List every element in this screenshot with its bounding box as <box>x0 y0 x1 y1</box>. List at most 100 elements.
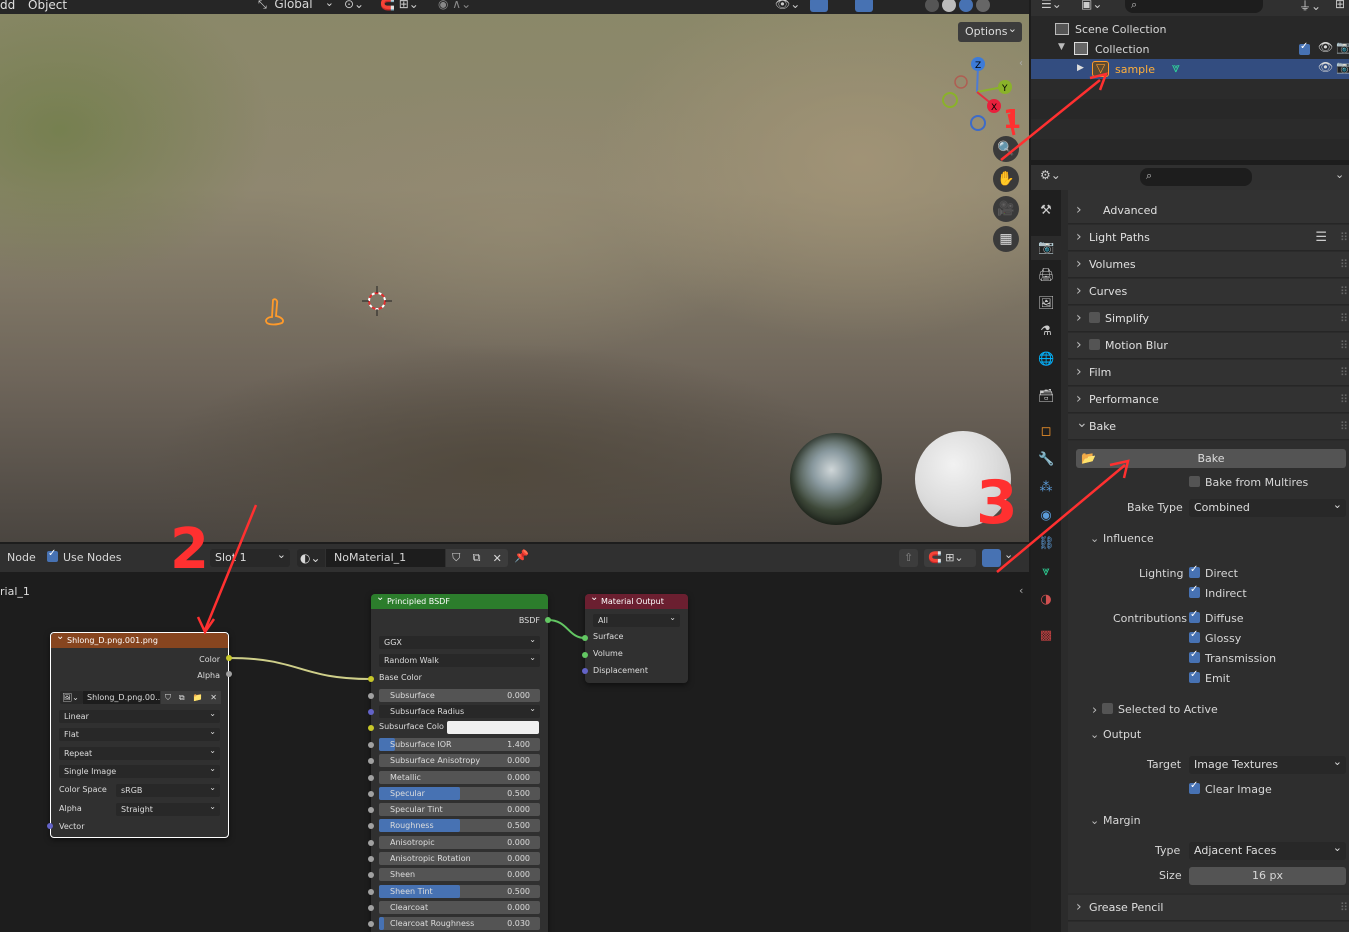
material-browse-icon[interactable]: ◐⌄ <box>297 549 325 567</box>
bsdf-input-socket[interactable] <box>368 742 374 748</box>
output-tab-icon[interactable]: 🖨 <box>1038 268 1055 284</box>
principled-bsdf-node-header[interactable]: Principled BSDF <box>371 590 548 609</box>
expand-object-icon[interactable]: ▶ <box>1077 63 1084 73</box>
pan-hand-icon[interactable]: ✋ <box>993 166 1019 192</box>
image-browse-icon[interactable]: 🖼⌄ <box>60 691 83 704</box>
bsdf-output-socket[interactable] <box>545 617 551 623</box>
simplify-checkbox[interactable] <box>1089 312 1100 323</box>
node-overlay-toggle-icon[interactable] <box>982 549 1001 567</box>
bsdf-input-socket[interactable] <box>368 693 374 699</box>
solid-shading-icon[interactable] <box>942 0 956 12</box>
modifiers-tab-icon[interactable]: 🔧 <box>1038 452 1054 468</box>
panel-grease-pencil[interactable]: Grease Pencil⠿ <box>1068 894 1349 921</box>
bsdf-field-anisotropic[interactable]: Anisotropic 0.000 <box>379 836 540 849</box>
emit-checkbox[interactable] <box>1189 669 1200 683</box>
color-space-dropdown[interactable]: sRGB <box>116 781 220 797</box>
collection-label[interactable]: Collection <box>1095 43 1149 56</box>
bsdf-input-socket[interactable] <box>368 872 374 878</box>
bsdf-field-specular-tint[interactable]: Specular Tint 0.000 <box>379 803 540 816</box>
distribution-dropdown[interactable]: GGX <box>379 633 540 649</box>
fake-user-shield-icon[interactable]: ⛉ <box>165 691 171 704</box>
shading-modes[interactable] <box>925 0 990 12</box>
transmission-checkbox[interactable] <box>1189 649 1200 663</box>
proportional-edit-icon[interactable]: ◉ ∧⌄ <box>438 0 471 11</box>
bsdf-input-socket[interactable] <box>368 775 374 781</box>
3d-viewport[interactable]: dd Object ⤡ Global ⌄ ⊙⌄ 🧲 ⊞⌄ ◉ ∧⌄ 👁⌄ Opt… <box>0 0 1029 542</box>
physics-tab-icon[interactable]: ◉ <box>1038 508 1054 524</box>
overlay-toggle-icon[interactable] <box>855 0 873 12</box>
bsdf-field-sheen[interactable]: Sheen 0.000 <box>379 868 540 881</box>
panel-light-paths[interactable]: Light Paths☰⠿ <box>1068 224 1349 251</box>
bsdf-input-socket[interactable] <box>368 791 374 797</box>
margin-subpanel[interactable]: Margin <box>1103 814 1141 827</box>
panel-motion-blur[interactable]: Motion Blur⠿ <box>1068 332 1349 359</box>
pin-icon[interactable]: 📌 <box>514 549 529 563</box>
world-tab-icon[interactable]: 🌐 <box>1038 352 1054 368</box>
mesh-data-icon[interactable]: ⩔ <box>1172 60 1180 76</box>
bsdf-input-socket[interactable] <box>368 921 374 927</box>
bsdf-input-socket[interactable] <box>368 856 374 862</box>
filter-view-icon[interactable]: ▣⌄ <box>1081 0 1102 11</box>
unlink-image-icon[interactable]: ✕ <box>210 691 217 704</box>
gizmo-toggle-icon[interactable] <box>810 0 828 12</box>
menu-node[interactable]: Node <box>7 551 36 564</box>
bsdf-field-specular[interactable]: Specular 0.500 <box>379 787 540 800</box>
sidebar-toggle-icon[interactable]: ‹ <box>1019 58 1023 69</box>
object-tab-icon[interactable]: ◻ <box>1038 424 1054 440</box>
parent-node-tree-icon[interactable]: ⇧ <box>899 549 918 567</box>
zoom-icon[interactable]: 🔍 <box>993 136 1019 162</box>
glossy-option[interactable]: Glossy <box>1189 629 1241 645</box>
bsdf-input-socket[interactable] <box>368 758 374 764</box>
diffuse-option[interactable]: Diffuse <box>1189 609 1244 625</box>
motion-blur-checkbox[interactable] <box>1089 339 1100 350</box>
image-name-field[interactable]: Shlong_D.png.00... <box>83 691 160 704</box>
bsdf-field-anisotropic-rotation[interactable]: Anisotropic Rotation 0.000 <box>379 852 540 865</box>
margin-type-dropdown[interactable]: Adjacent Faces <box>1189 839 1346 860</box>
bsdf-input-socket[interactable] <box>368 807 374 813</box>
influence-subpanel[interactable]: Influence <box>1103 532 1154 545</box>
options-dropdown[interactable]: Options ⌄ <box>958 22 1022 42</box>
editor-type-icon[interactable]: ⚙⌄ <box>1040 168 1061 182</box>
emit-option[interactable]: Emit <box>1189 669 1230 685</box>
presets-list-icon[interactable]: ☰ <box>1315 225 1327 251</box>
unlink-material-icon[interactable]: ✕ <box>493 552 502 565</box>
material-output-node[interactable]: Material Output All Surface Volume Displ… <box>585 590 688 683</box>
use-nodes-checkbox[interactable] <box>47 548 58 562</box>
bsdf-field-roughness[interactable]: Roughness 0.500 <box>379 819 540 832</box>
properties-search-input[interactable]: ⌕ <box>1140 168 1252 186</box>
bsdf-input-socket[interactable] <box>368 905 374 911</box>
panel-volumes[interactable]: Volumes⠿ <box>1068 251 1349 278</box>
bake-button[interactable]: 📂 Bake <box>1076 449 1346 468</box>
alpha-mode-dropdown[interactable]: Straight <box>116 800 220 816</box>
slot-dropdown[interactable]: Slot 1 <box>210 546 290 567</box>
render-camera-icon[interactable]: 📷 <box>1336 60 1349 74</box>
object-outline[interactable] <box>262 296 288 330</box>
bsdf-field-sheen-tint[interactable]: Sheen Tint 0.500 <box>379 885 540 898</box>
surface-input-socket[interactable] <box>582 635 588 641</box>
glossy-checkbox[interactable] <box>1189 629 1200 643</box>
display-mode-icon[interactable]: ☰⌄ <box>1041 0 1062 11</box>
panel-simplify[interactable]: Simplify⠿ <box>1068 305 1349 332</box>
menu-object[interactable]: Object <box>28 0 67 12</box>
scene-collection-label[interactable]: Scene Collection <box>1075 23 1166 36</box>
snap-toggle-icon[interactable]: 🧲 ⊞⌄ <box>924 549 976 567</box>
image-texture-node[interactable]: Shlong_D.png.001.png Color Alpha 🖼⌄ Shlo… <box>50 629 229 838</box>
material-output-node-header[interactable]: Material Output <box>585 590 688 609</box>
camera-icon[interactable]: 🎥 <box>993 196 1019 222</box>
extension-dropdown[interactable]: Repeat <box>59 744 220 760</box>
bsdf-input-socket[interactable] <box>368 840 374 846</box>
volume-input-socket[interactable] <box>582 652 588 658</box>
tool-tab-icon[interactable]: ⚒ <box>1038 203 1054 219</box>
rendered-shading-icon[interactable] <box>976 0 990 12</box>
bake-type-dropdown[interactable]: Combined <box>1189 496 1346 517</box>
direct-option[interactable]: Direct <box>1189 564 1238 580</box>
indirect-checkbox[interactable] <box>1189 584 1200 598</box>
bsdf-field-metallic[interactable]: Metallic 0.000 <box>379 771 540 784</box>
subsurface-color-input-socket[interactable] <box>368 725 374 731</box>
panel-curves[interactable]: Curves⠿ <box>1068 278 1349 305</box>
bsdf-input-socket[interactable] <box>368 889 374 895</box>
bsdf-field-clearcoat-roughness[interactable]: Clearcoat Roughness 0.030 <box>379 917 540 930</box>
direct-checkbox[interactable] <box>1189 564 1200 578</box>
bsdf-field-subsurface-anisotropy[interactable]: Subsurface Anisotropy 0.000 <box>379 754 540 767</box>
bake-from-multires-checkbox[interactable] <box>1189 476 1200 487</box>
